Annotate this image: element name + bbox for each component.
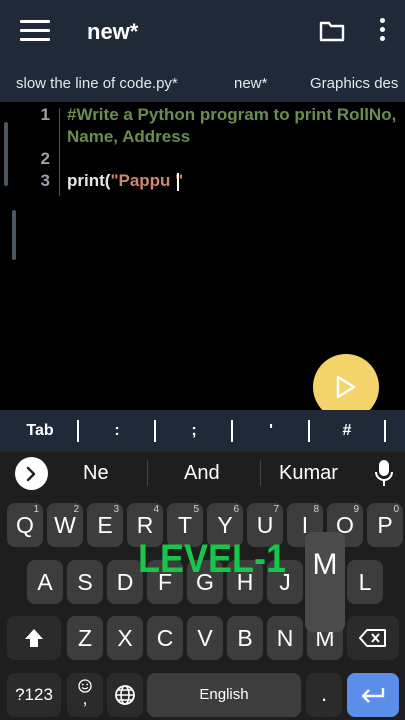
key-label: V [197,625,213,651]
symbol-bar: Tab : ; ' # [0,410,405,452]
divider [77,420,79,442]
symbol-key-semicolon[interactable]: ; [157,410,231,452]
file-title: new* [87,19,139,44]
key-p[interactable]: 0P [367,503,403,547]
code-function: print( [67,171,111,190]
text-cursor [177,173,179,191]
scroll-indicator-secondary [12,210,16,260]
key-c[interactable]: C [147,616,183,660]
tab-file-1[interactable]: slow the line of code.py* [16,75,178,92]
file-tabs: slow the line of code.py* new* Graphics … [0,64,405,102]
key-v[interactable]: V [187,616,223,660]
app-bar: new* [0,0,405,64]
key-w[interactable]: 2W [47,503,83,547]
key-label: Z [77,625,93,651]
key-label: W [54,512,76,538]
backspace-icon [359,629,386,647]
key-label: U [256,512,274,538]
key-e[interactable]: 3E [87,503,123,547]
run-button[interactable] [313,354,379,410]
divider [154,420,156,442]
symbol-key-tab[interactable]: Tab [10,410,70,452]
code-comment-line: #Write a Python program to print RollNo, [67,105,397,124]
key-label: B [237,625,253,651]
divider [384,420,386,442]
key-label: N [276,625,294,651]
key-label: C [156,625,174,651]
key-label: A [37,569,53,595]
tab-file-2[interactable]: new* [234,75,267,92]
suggestion-strip: Ne And Kumar [0,452,405,494]
period-key[interactable]: . [306,673,342,717]
key-label: Y [217,512,233,538]
key-a[interactable]: A [27,560,63,604]
code-editor[interactable]: 1 2 3 #Write a Python program to print R… [0,102,405,410]
key-label: S [77,569,93,595]
line-number: 3 [40,171,50,190]
code-string: "Pappu " [110,171,184,190]
folder-icon[interactable] [319,20,345,42]
symbols-key[interactable]: ?123 [7,673,61,717]
tab-file-3[interactable]: Graphics des [310,75,398,92]
backspace-key[interactable] [347,616,399,660]
key-label: ?123 [15,685,53,704]
key-label: L [358,569,372,595]
suggestion-2[interactable]: And [184,462,220,485]
language-key[interactable] [107,673,143,717]
shift-icon [25,629,43,647]
divider [260,460,261,486]
level-overlay-text: LEVEL-1 [138,537,287,581]
key-x[interactable]: X [107,616,143,660]
space-bar-label: English [199,686,249,703]
key-s[interactable]: S [67,560,103,604]
key-q[interactable]: 1Q [7,503,43,547]
line-number: 1 [40,105,50,124]
symbol-key-hash[interactable]: # [311,410,383,452]
key-label: . [320,681,328,706]
gutter-divider [59,108,60,196]
divider [231,420,233,442]
key-label: T [177,512,193,538]
line-number: 2 [40,149,50,168]
key-label: X [117,625,133,651]
key-l[interactable]: L [347,560,383,604]
hamburger-menu-icon[interactable] [20,20,50,44]
more-options-icon[interactable] [377,18,387,46]
shift-key[interactable] [7,616,61,660]
key-b[interactable]: B [227,616,263,660]
symbol-key-quote[interactable]: ' [234,410,308,452]
expand-toolbar-button[interactable] [15,457,48,490]
key-label: P [377,512,393,538]
globe-icon [115,685,135,705]
divider [147,460,148,486]
divider [308,420,310,442]
suggestion-1[interactable]: Ne [83,462,109,485]
key-label: E [97,512,113,538]
suggestion-3[interactable]: Kumar [279,462,338,485]
key-z[interactable]: Z [67,616,103,660]
chevron-right-icon [26,466,36,482]
play-icon [336,375,356,399]
symbol-key-colon[interactable]: : [80,410,154,452]
enter-key[interactable] [347,673,399,717]
enter-icon [361,688,385,703]
code-comment-continuation: Name, Address [67,127,191,146]
key-label: Q [16,512,34,538]
emoji-key[interactable]: , [67,673,103,717]
code-print-line: print("Pappu " [67,171,183,191]
key-preview-letter: M [312,548,338,581]
space-bar[interactable]: English [147,673,301,717]
key-label: R [136,512,154,538]
key-preview-popup: M [305,532,345,632]
microphone-icon[interactable] [374,459,394,487]
key-n[interactable]: N [267,616,303,660]
